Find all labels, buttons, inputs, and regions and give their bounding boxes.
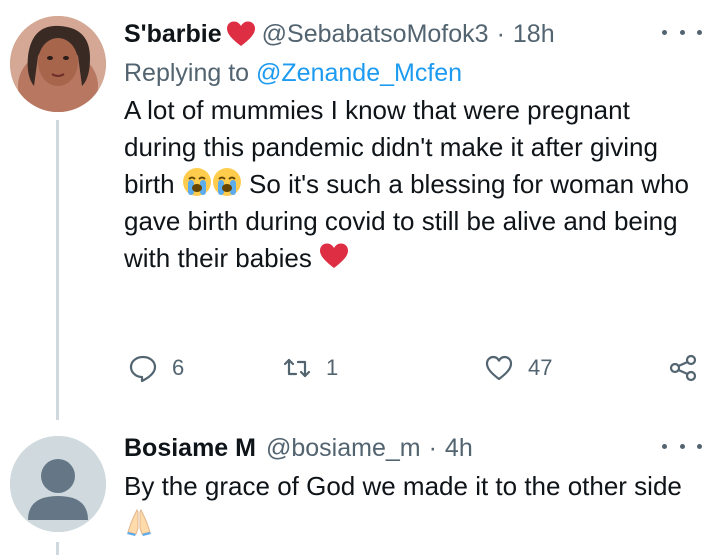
- default-avatar-icon: [10, 436, 106, 532]
- tweet-content: S'barbie @SebabatsoMofok3 · 18h Replying…: [124, 14, 702, 277]
- handle[interactable]: @SebabatsoMofok3: [262, 20, 489, 49]
- tweet-header: Bosiame M @bosiame_m · 4h: [124, 428, 702, 468]
- separator-dot: ·: [496, 19, 505, 48]
- thread-line: [56, 542, 59, 555]
- speech-bubble-icon: [129, 355, 157, 383]
- replying-to: Replying to @Zenande_Mcfen: [124, 54, 702, 92]
- folded-hands-icon: [127, 508, 151, 536]
- tweet-header: S'barbie @SebabatsoMofok3 · 18h: [124, 14, 702, 54]
- tweet-content: Bosiame M @bosiame_m · 4h By the grace o…: [124, 428, 702, 542]
- tweet-actions: 6 1 47: [124, 348, 702, 388]
- share-icon: [669, 354, 697, 382]
- heart-outline-icon: [485, 355, 513, 381]
- tweet-1[interactable]: S'barbie @SebabatsoMofok3 · 18h Replying…: [0, 0, 720, 420]
- retweet-icon: [283, 358, 311, 378]
- more-dots-icon[interactable]: [662, 22, 702, 42]
- replying-prefix: Replying to: [124, 59, 250, 87]
- avatar[interactable]: [10, 436, 106, 532]
- red-heart-emoji-icon: [226, 21, 255, 46]
- avatar[interactable]: [10, 16, 106, 112]
- profile-photo: [10, 16, 106, 112]
- tweet-text: By the grace of God we made it to the ot…: [124, 468, 702, 542]
- display-name[interactable]: Bosiame M: [124, 434, 256, 463]
- tweet-text: A lot of mummies I know that were pregna…: [124, 92, 702, 277]
- timestamp[interactable]: 18h: [513, 20, 555, 49]
- tweet-2[interactable]: Bosiame M @bosiame_m · 4h By the grace o…: [0, 420, 720, 555]
- timestamp[interactable]: 4h: [445, 434, 473, 463]
- loudly-crying-face-icon: [182, 168, 211, 196]
- retweet-count: 1: [326, 355, 339, 380]
- more-dots-icon[interactable]: [662, 436, 702, 456]
- loudly-crying-face-icon: [212, 168, 241, 196]
- like-button[interactable]: 47: [484, 348, 552, 388]
- like-count: 47: [528, 355, 553, 380]
- share-button[interactable]: [668, 348, 698, 388]
- retweet-button[interactable]: 1: [282, 348, 338, 388]
- display-name[interactable]: S'barbie: [124, 20, 222, 49]
- reply-count: 6: [172, 355, 185, 380]
- replying-to-mention[interactable]: @Zenande_Mcfen: [256, 59, 462, 87]
- tweet-text-part-1: By the grace of God we made it to the ot…: [124, 471, 682, 501]
- thread-line: [56, 120, 59, 420]
- red-heart-emoji-icon: [320, 243, 349, 268]
- reply-button[interactable]: 6: [128, 348, 184, 388]
- handle[interactable]: @bosiame_m: [266, 434, 421, 463]
- separator-dot: ·: [428, 433, 437, 462]
